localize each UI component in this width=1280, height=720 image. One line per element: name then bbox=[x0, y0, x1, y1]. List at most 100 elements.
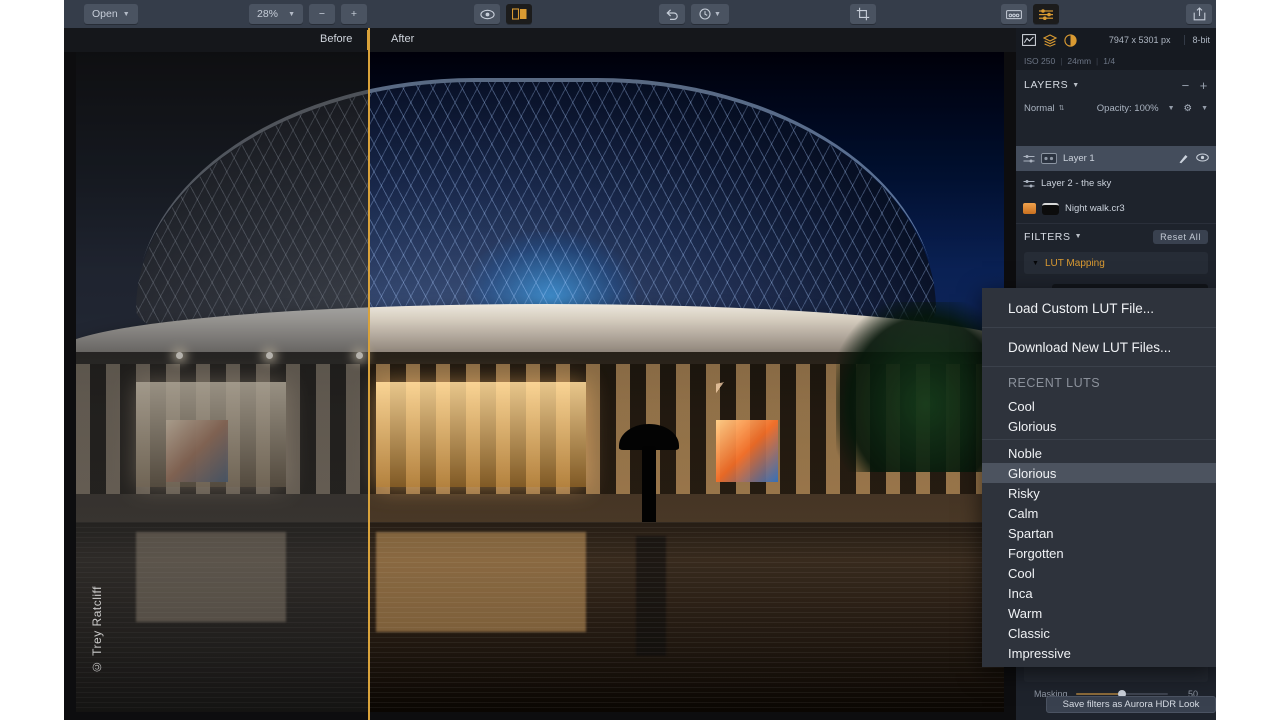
add-layer-button[interactable]: + bbox=[1200, 78, 1208, 93]
eye-icon bbox=[479, 9, 495, 19]
layer-name: Night walk.cr3 bbox=[1065, 203, 1125, 214]
menu-separator bbox=[982, 327, 1216, 328]
raw-badge-icon bbox=[1023, 203, 1036, 214]
crop-controls bbox=[850, 4, 876, 24]
zoom-controls: 28% ▼ − + bbox=[249, 4, 367, 24]
layers-title: LAYERS bbox=[1024, 79, 1069, 91]
menu-item-lut-spartan[interactable]: Spartan bbox=[982, 523, 1216, 543]
eye-icon[interactable] bbox=[1196, 153, 1209, 162]
menu-separator bbox=[982, 366, 1216, 367]
brush-icon[interactable] bbox=[1178, 153, 1189, 164]
menu-item-lut-warm[interactable]: Warm bbox=[982, 603, 1216, 623]
main-toolbar: Open ▼ 28% ▼ − + ▼ bbox=[64, 0, 1216, 28]
layer-row-1[interactable]: Layer 1 bbox=[1016, 146, 1216, 171]
chevron-down-icon: ▼ bbox=[1072, 81, 1080, 89]
layers-stack-icon[interactable] bbox=[1043, 33, 1057, 47]
lut-mapping-title: LUT Mapping bbox=[1044, 257, 1105, 269]
zoom-in-label: + bbox=[350, 8, 358, 20]
blend-mode-select[interactable]: Normal bbox=[1024, 103, 1055, 114]
menu-item-lut-classic[interactable]: Classic bbox=[982, 623, 1216, 643]
photo-scene-before bbox=[76, 52, 368, 712]
before-after-toggle-button[interactable] bbox=[506, 4, 532, 24]
image-dimensions: 7947 x 5301 px bbox=[1108, 35, 1171, 45]
gear-icon[interactable]: ⚙ bbox=[1184, 103, 1193, 114]
layer-name: Layer 1 bbox=[1063, 153, 1095, 164]
before-image-half bbox=[76, 52, 368, 712]
adjust-sliders-icon bbox=[1039, 8, 1053, 20]
filters-title: FILTERS bbox=[1024, 230, 1071, 243]
chevron-down-icon: ▼ bbox=[1167, 104, 1175, 112]
exif-shutter-speed: 1/4 bbox=[1103, 56, 1116, 66]
image-bit-depth: 8-bit bbox=[1184, 35, 1210, 45]
after-label: After bbox=[391, 33, 415, 45]
chevron-down-icon: ▼ bbox=[122, 10, 130, 18]
image-info-bar: 7947 x 5301 px 8-bit bbox=[1016, 28, 1216, 52]
layer-opacity-select[interactable]: Opacity: 100% bbox=[1097, 103, 1159, 114]
menu-item-lut-inca[interactable]: Inca bbox=[982, 583, 1216, 603]
crop-button[interactable] bbox=[850, 4, 876, 24]
menu-item-load-custom-lut[interactable]: Load Custom LUT File... bbox=[982, 292, 1216, 324]
menu-item-recent-lut[interactable]: Cool bbox=[982, 396, 1216, 416]
history-button[interactable]: ▼ bbox=[691, 4, 729, 24]
layer-blend-row: Normal ⇅ Opacity: 100% ▼ ⚙ ▼ bbox=[1016, 98, 1216, 118]
exif-metadata-row: ISO 250 | 24mm | 1/4 bbox=[1016, 52, 1216, 70]
chevron-down-icon: ▼ bbox=[288, 10, 295, 18]
menu-section-recent-luts: RECENT LUTS bbox=[1008, 376, 1101, 390]
panel-mode-controls bbox=[1001, 4, 1059, 24]
share-controls bbox=[1186, 4, 1212, 24]
chevron-down-icon: ▼ bbox=[1074, 233, 1083, 240]
lut-dropdown-menu[interactable]: Load Custom LUT File... Download New LUT… bbox=[982, 288, 1216, 667]
before-after-split-handle[interactable] bbox=[368, 28, 370, 720]
menu-item-lut-forgotten[interactable]: Forgotten bbox=[982, 543, 1216, 563]
menu-item-lut-glorious[interactable]: Glorious bbox=[982, 463, 1216, 483]
menu-item-lut-noble[interactable]: Noble bbox=[982, 443, 1216, 463]
meta-separator: | bbox=[1060, 56, 1063, 66]
layer-thumbnail bbox=[1042, 202, 1059, 215]
before-label: Before bbox=[320, 33, 353, 45]
adjust-button[interactable] bbox=[1033, 4, 1059, 24]
presets-button[interactable] bbox=[1001, 4, 1027, 24]
menu-item-download-new-luts[interactable]: Download New LUT Files... bbox=[982, 331, 1216, 363]
photo-watermark: © Trey Ratcliff bbox=[90, 586, 104, 674]
histogram-icon[interactable] bbox=[1022, 34, 1036, 46]
image-canvas[interactable]: Before After © Trey Ratcliff bbox=[64, 28, 1016, 720]
filters-section-header[interactable]: FILTERS ▼ Reset All bbox=[1016, 223, 1216, 249]
share-button[interactable] bbox=[1186, 4, 1212, 24]
photo-viewport[interactable]: © Trey Ratcliff bbox=[76, 52, 1004, 712]
zoom-in-button[interactable]: + bbox=[341, 4, 367, 24]
layer-row-3[interactable]: Night walk.cr3 bbox=[1016, 196, 1216, 221]
preview-toggle-button[interactable] bbox=[474, 4, 500, 24]
chevron-down-icon: ▼ bbox=[714, 10, 721, 18]
exif-focal-length: 24mm bbox=[1067, 56, 1092, 66]
masking-slider-track[interactable] bbox=[1075, 690, 1168, 698]
chevron-updown-icon: ⇅ bbox=[1058, 104, 1065, 112]
menu-item-lut-impressive[interactable]: Impressive bbox=[982, 643, 1216, 663]
layer-row-2[interactable]: Layer 2 - the sky bbox=[1016, 171, 1216, 196]
menu-separator bbox=[982, 439, 1216, 440]
lut-mapping-filter[interactable]: ▼ LUT Mapping bbox=[1024, 252, 1208, 274]
presets-icon bbox=[1006, 9, 1022, 19]
zoom-out-button[interactable]: − bbox=[309, 4, 335, 24]
before-after-icon bbox=[511, 8, 526, 20]
layer-adjust-icon bbox=[1023, 154, 1035, 162]
menu-item-lut-cool[interactable]: Cool bbox=[982, 563, 1216, 583]
save-look-button[interactable]: Save filters as Aurora HDR Look bbox=[1046, 696, 1216, 713]
open-button-label: Open bbox=[92, 8, 118, 20]
undo-button[interactable] bbox=[659, 4, 685, 24]
aurora-hdr-window: Open ▼ 28% ▼ − + ▼ Before After © Trey R… bbox=[64, 0, 1216, 720]
history-clock-icon bbox=[699, 8, 711, 20]
reset-all-button[interactable]: Reset All bbox=[1153, 229, 1208, 244]
photo-scene-after bbox=[368, 52, 1004, 712]
crop-icon bbox=[856, 7, 870, 21]
menu-item-recent-lut[interactable]: Glorious bbox=[982, 416, 1216, 436]
open-button[interactable]: Open ▼ bbox=[84, 4, 138, 24]
remove-layer-button[interactable]: − bbox=[1182, 78, 1190, 93]
menu-item-lut-calm[interactable]: Calm bbox=[982, 503, 1216, 523]
chevron-down-icon[interactable]: ▼ bbox=[1032, 260, 1039, 267]
clipping-warning-icon[interactable] bbox=[1064, 33, 1077, 47]
layer-adjust-icon bbox=[1023, 179, 1035, 187]
zoom-level-select[interactable]: 28% ▼ bbox=[249, 4, 303, 24]
layers-section-header[interactable]: LAYERS ▼ − + bbox=[1016, 72, 1216, 98]
menu-item-lut-risky[interactable]: Risky bbox=[982, 483, 1216, 503]
share-export-icon bbox=[1193, 7, 1205, 21]
